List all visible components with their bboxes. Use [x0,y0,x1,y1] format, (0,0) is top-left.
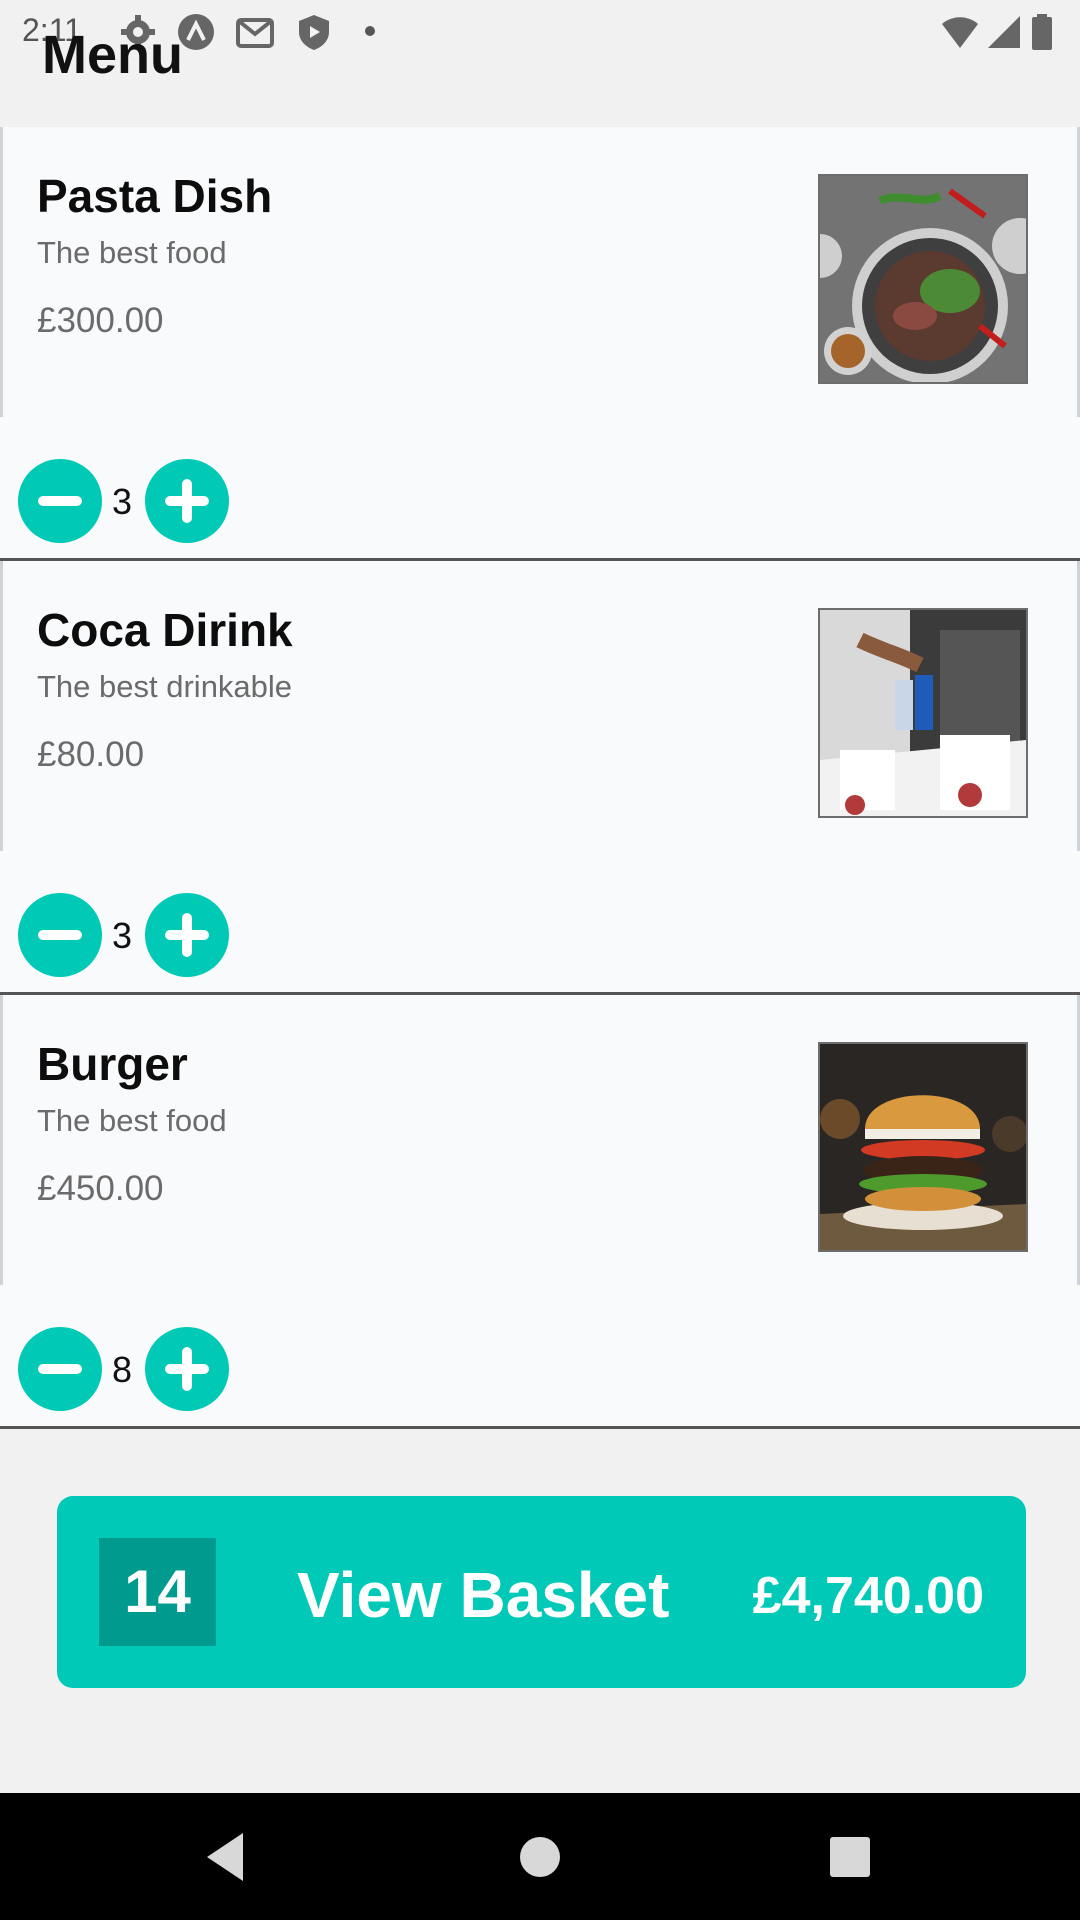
quantity-value: 8 [111,1349,133,1390]
menu-item-card[interactable]: Coca Dirink The best drinkable £80.00 [0,561,1080,851]
menu-item: Burger The best food £450.00 8 [0,995,1080,1429]
item-description: The best food [37,235,227,270]
back-icon [207,1833,243,1881]
increase-quantity-button[interactable] [145,893,229,977]
dot-icon [365,26,375,36]
decrease-quantity-button[interactable] [18,459,102,543]
menu-item-card[interactable]: Pasta Dish The best food £300.00 [0,127,1080,417]
battery-icon [1030,12,1054,52]
minus-icon [38,1364,82,1374]
basket-label: View Basket [297,1559,670,1631]
wifi-icon [940,12,980,52]
view-basket-button[interactable]: 14 View Basket £4,740.00 [57,1496,1026,1688]
menu-list: Pasta Dish The best food £300.00 3 Coca … [0,127,1080,1429]
item-name: Burger [37,1038,188,1090]
increase-quantity-button[interactable] [145,459,229,543]
basket-total: £4,740.00 [752,1567,984,1625]
menu-item-card[interactable]: Burger The best food £450.00 [0,995,1080,1285]
shield-icon [294,12,334,52]
pasta-dish-photo [818,174,1028,384]
item-price: £450.00 [37,1169,164,1208]
page-title: Menu [42,25,183,85]
item-description: The best food [37,1103,227,1138]
minus-icon [38,930,82,940]
plus-icon [165,479,209,523]
item-price: £80.00 [37,735,145,774]
decrease-quantity-button[interactable] [18,1327,102,1411]
quantity-stepper: 3 [0,417,1080,560]
menu-item: Pasta Dish The best food £300.00 3 [0,127,1080,561]
decrease-quantity-button[interactable] [18,893,102,977]
home-icon [520,1837,560,1877]
item-name: Pasta Dish [37,170,273,222]
item-description: The best drinkable [37,669,293,704]
basket-count-badge: 14 [99,1538,216,1646]
back-button[interactable] [165,1793,285,1920]
quantity-value: 3 [111,915,133,956]
menu-item: Coca Dirink The best drinkable £80.00 3 [0,561,1080,995]
drink-photo [818,608,1028,818]
home-button[interactable] [480,1793,600,1920]
gmail-icon [235,12,275,52]
divider [0,1426,1080,1429]
plus-icon [165,913,209,957]
quantity-value: 3 [111,481,133,522]
screen: 2:11 Menu Pasta Dish The best food £300.… [0,0,1080,1920]
plus-icon [165,1347,209,1391]
recents-button[interactable] [790,1793,910,1920]
item-name: Coca Dirink [37,604,293,656]
quantity-stepper: 3 [0,851,1080,994]
quantity-stepper: 8 [0,1285,1080,1428]
item-price: £300.00 [37,301,164,340]
navigation-bar [0,1793,1080,1920]
burger-photo [818,1042,1028,1252]
recents-icon [830,1837,870,1877]
increase-quantity-button[interactable] [145,1327,229,1411]
signal-icon [984,12,1024,52]
minus-icon [38,496,82,506]
